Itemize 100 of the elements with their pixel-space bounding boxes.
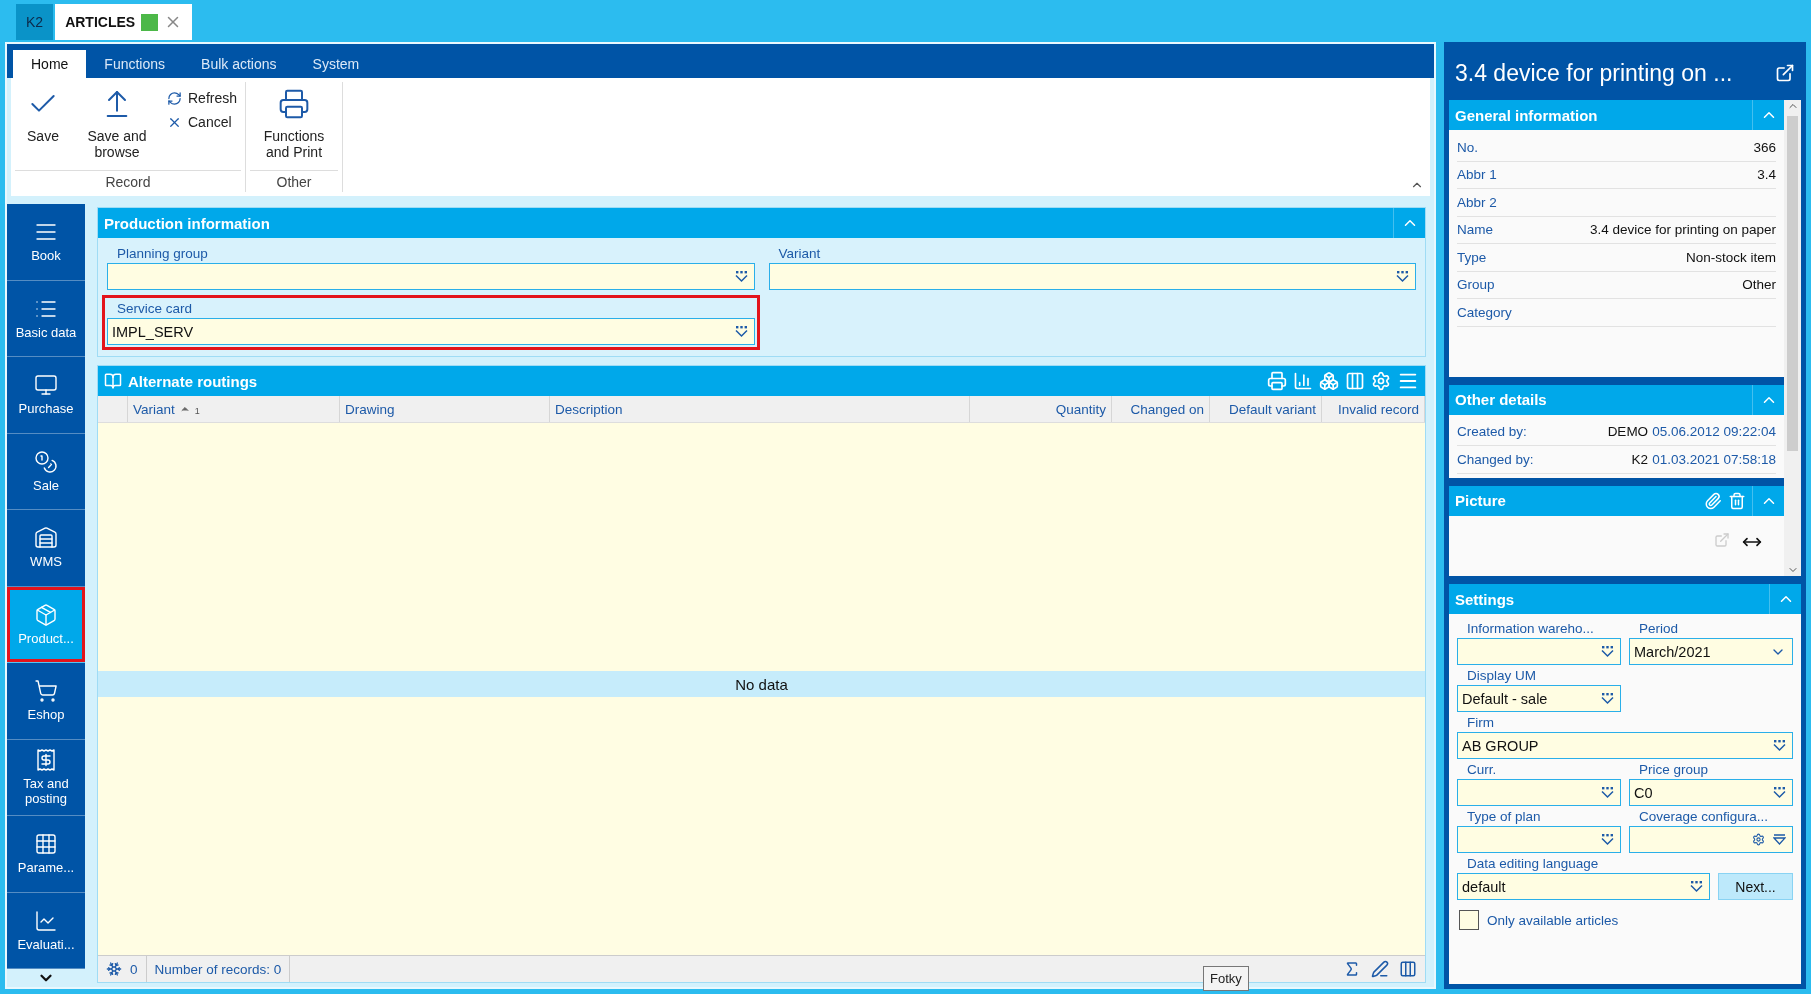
columns-icon[interactable] [1345, 371, 1365, 391]
dropdown-icon[interactable] [1690, 880, 1703, 893]
count-text: 0 [130, 961, 138, 977]
sidebar-item[interactable]: WMS [7, 510, 85, 587]
group-label: Other [250, 170, 339, 192]
section-title: Settings [1455, 590, 1516, 608]
monitor-icon [34, 373, 58, 398]
ribbon-tab[interactable]: System [294, 50, 378, 78]
record-count: Number of records: 0 [154, 961, 282, 977]
sidebar-item[interactable]: Book [7, 204, 85, 281]
lookup-field[interactable]: AB GROUP [1457, 732, 1793, 759]
dropdown-icon[interactable] [1601, 692, 1614, 705]
pen-icon[interactable] [1371, 960, 1389, 978]
ribbon-button[interactable]: Save and browse [73, 82, 161, 170]
field-label: Curr. [1466, 761, 1498, 779]
filter-icon[interactable] [1773, 833, 1786, 846]
ribbon-button[interactable]: Save [15, 82, 71, 170]
dropdown-icon[interactable] [734, 325, 748, 338]
lookup-field[interactable]: Default - sale [1457, 685, 1621, 712]
lookup-field[interactable]: IMPL_SERV [107, 318, 755, 345]
boxes-icon[interactable] [1319, 371, 1339, 391]
column-header[interactable]: Variant 1 [128, 396, 340, 422]
ribbon-tab[interactable]: Bulk actions [183, 50, 295, 78]
receipt-icon [34, 748, 58, 773]
lookup-field[interactable] [1629, 826, 1793, 853]
user-name: DEMO [1607, 424, 1649, 440]
book-icon [104, 372, 122, 390]
grid-icon [34, 832, 58, 857]
ribbon-button[interactable]: Functions and Print [250, 82, 339, 170]
sidebar-item[interactable]: Eshop [7, 663, 85, 740]
dropdown-icon[interactable] [734, 270, 748, 283]
paperclip-icon[interactable] [1704, 491, 1722, 510]
snowflake-icon[interactable] [106, 961, 122, 977]
empty-message: No data [98, 671, 1425, 697]
column-header[interactable]: Changed on [1112, 396, 1210, 422]
lookup-field[interactable] [1457, 826, 1621, 853]
section-title: Other details [1455, 391, 1548, 408]
field-label: Planning group [116, 245, 209, 263]
info-value: 366 [1753, 139, 1776, 155]
info-label: Created by: [1457, 424, 1527, 440]
lookup-field[interactable] [768, 263, 1416, 290]
info-value: 3.4 [1757, 167, 1776, 183]
group-label: Record [15, 170, 242, 192]
dropdown-icon[interactable] [1773, 739, 1786, 752]
lookup-field[interactable] [107, 263, 755, 290]
column-header[interactable]: Quantity [970, 396, 1112, 422]
sort-order: 1 [194, 406, 200, 418]
checkbox-label: Only available articles [1487, 912, 1619, 928]
info-value: Other [1742, 277, 1776, 293]
document-tab[interactable]: K2 [16, 4, 54, 40]
ribbon-button[interactable]: Refresh [163, 88, 242, 108]
cart-icon [34, 679, 58, 704]
printer-icon[interactable] [1267, 371, 1287, 391]
sidebar-item[interactable]: Tax and posting [7, 739, 85, 816]
popout-icon[interactable] [1775, 63, 1795, 83]
lookup-field[interactable] [1457, 779, 1621, 806]
column-header[interactable]: Drawing [340, 396, 550, 422]
dropdown-field[interactable]: March/2021 [1629, 638, 1793, 665]
chart-icon [34, 908, 58, 933]
sidebar-item[interactable]: Purchase [7, 357, 85, 434]
scrollbar[interactable] [1784, 100, 1801, 576]
dropdown-icon[interactable] [1601, 645, 1614, 658]
lookup-field[interactable]: default [1457, 873, 1710, 900]
settings-icon[interactable] [1752, 833, 1765, 846]
field-label: Type of plan [1466, 808, 1542, 826]
tooltip: Fotky [1203, 966, 1249, 991]
checkbox[interactable] [1459, 910, 1479, 930]
field-label: Information wareho... [1466, 620, 1595, 638]
info-value: Non-stock item [1685, 249, 1776, 265]
section-title: Picture [1455, 492, 1507, 509]
trash-icon[interactable] [1728, 491, 1746, 510]
sidebar-item[interactable]: Sale [7, 433, 85, 510]
column-header[interactable]: Description [550, 396, 970, 422]
info-label: Type [1457, 249, 1487, 265]
chart-icon[interactable] [1293, 371, 1313, 391]
package-icon [34, 602, 58, 627]
ribbon-tab[interactable]: Functions [86, 50, 184, 78]
timestamp: 05.06.2012 09:22:04 [1652, 424, 1776, 440]
sidebar-item[interactable]: Parame... [7, 816, 85, 893]
ribbon-button[interactable]: Cancel [163, 112, 242, 132]
record-title: 3.4 device for printing on ... [1455, 59, 1733, 87]
info-value: 3.4 device for printing on paper [1589, 222, 1776, 238]
column-header[interactable]: Default variant [1210, 396, 1322, 422]
field-label: Display UM [1466, 667, 1537, 685]
ribbon-tab[interactable]: Home [13, 50, 87, 78]
dropdown-icon[interactable] [1773, 786, 1786, 799]
lookup-field[interactable] [1457, 638, 1621, 665]
lookup-field[interactable]: C0 [1629, 779, 1793, 806]
sidebar-item[interactable]: Basic data [7, 280, 85, 357]
info-label: Abbr 2 [1457, 194, 1497, 210]
info-label: Changed by: [1457, 451, 1534, 467]
info-label: Group [1457, 277, 1495, 293]
next-button[interactable]: Next... [1718, 873, 1793, 900]
dropdown-icon[interactable] [1396, 270, 1409, 283]
field-label: Period [1638, 620, 1680, 638]
dropdown-icon[interactable] [1601, 786, 1614, 799]
refresh-icon [167, 90, 182, 106]
dropdown-icon[interactable] [1601, 833, 1614, 846]
document-tab[interactable]: ARTICLES [55, 4, 193, 40]
column-header[interactable]: Invalid record [1322, 396, 1425, 422]
